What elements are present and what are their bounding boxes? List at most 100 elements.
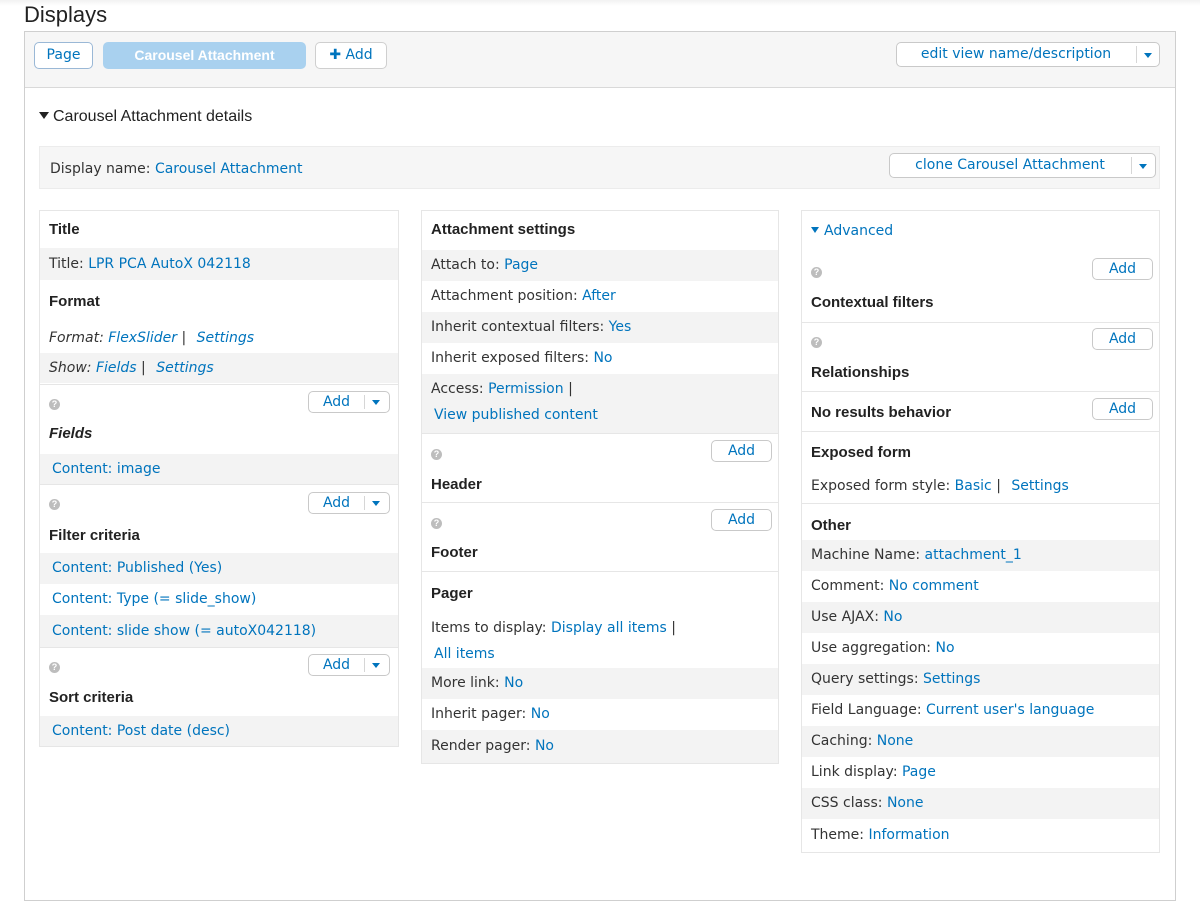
other-value-link[interactable]: attachment_1 — [925, 547, 1022, 563]
add-display-label: Add — [345, 47, 373, 63]
show-label: Show: — [49, 360, 92, 376]
sort-item-link[interactable]: Content: Post date (desc) — [52, 723, 230, 739]
exposed-style-link[interactable]: Basic — [955, 478, 992, 494]
exposed-settings-link[interactable]: Settings — [1011, 478, 1068, 494]
edit-view-label: edit view name/description — [920, 46, 1112, 62]
other-value-link[interactable]: Current user's language — [926, 702, 1094, 718]
other-label: Theme: — [811, 827, 865, 843]
attach-to-link[interactable]: Page — [504, 257, 538, 273]
other-value-link[interactable]: None — [887, 795, 924, 811]
contextual-add-button[interactable]: Add — [1092, 258, 1153, 280]
tab-carousel-attachment[interactable]: Carousel Attachment — [103, 42, 306, 69]
chevron-down-icon[interactable] — [1139, 164, 1147, 169]
title-row: Title: LPR PCA AutoX 042118 — [40, 248, 398, 280]
format-settings-link[interactable]: Settings — [197, 330, 254, 346]
help-icon[interactable]: ? — [431, 449, 442, 460]
attach-to-row: Attach to: Page — [422, 250, 778, 281]
display-name-link[interactable]: Carousel Attachment — [155, 161, 303, 177]
list-item: Content: Type (= slide_show) — [40, 584, 398, 615]
position-link[interactable]: After — [582, 288, 616, 304]
footer-section: ? Add Footer — [422, 502, 778, 571]
plus-icon: ✚ — [329, 47, 342, 63]
inherit-contextual-link[interactable]: Yes — [609, 319, 632, 335]
other-value-link[interactable]: None — [877, 733, 914, 749]
other-heading: Other — [811, 517, 852, 534]
sort-section: ? Add Sort criteria Content: Post date (… — [40, 647, 398, 746]
add-display-button[interactable]: ✚ Add — [315, 42, 387, 69]
relationships-heading: Relationships — [811, 364, 910, 381]
chevron-down-icon[interactable] — [372, 663, 380, 668]
format-row: Format: FlexSlider | Settings — [49, 330, 255, 346]
other-value-link[interactable]: Page — [902, 764, 936, 780]
filter-item-link[interactable]: Content: Type (= slide_show) — [52, 591, 256, 607]
other-row-query-settings: Query settings: Settings — [802, 664, 1159, 695]
chevron-down-icon[interactable] — [372, 501, 380, 506]
other-value-link[interactable]: Information — [868, 827, 949, 843]
other-label: CSS class: — [811, 795, 883, 811]
help-icon[interactable]: ? — [811, 267, 822, 278]
inherit-exposed-row: Inherit exposed filters: No — [422, 343, 778, 374]
chevron-down-icon[interactable] — [1144, 53, 1152, 58]
add-label: Add — [322, 394, 351, 410]
sort-add-button[interactable]: Add — [308, 654, 390, 676]
show-link[interactable]: Fields — [96, 360, 137, 376]
other-value-link[interactable]: Settings — [923, 671, 980, 687]
relationships-add-button[interactable]: Add — [1092, 328, 1153, 350]
help-icon[interactable]: ? — [49, 662, 60, 673]
advanced-link[interactable]: Advanced — [824, 223, 893, 239]
add-label: Add — [322, 495, 351, 511]
help-icon[interactable]: ? — [431, 518, 442, 529]
inherit-pager-link[interactable]: No — [531, 706, 550, 722]
items-detail-link[interactable]: All items — [434, 646, 495, 662]
help-icon[interactable]: ? — [49, 399, 60, 410]
details-heading-text: Carousel Attachment details — [53, 108, 253, 125]
access-link[interactable]: Permission — [488, 381, 564, 397]
footer-add-button[interactable]: Add — [711, 509, 772, 531]
other-value-link[interactable]: No — [883, 609, 902, 625]
no-results-heading: No results behavior — [811, 404, 952, 421]
access-detail-link[interactable]: View published content — [434, 407, 598, 423]
title-link[interactable]: LPR PCA AutoX 042118 — [88, 256, 251, 272]
filter-add-button[interactable]: Add — [308, 492, 390, 514]
inherit-exposed-link[interactable]: No — [593, 350, 612, 366]
advanced-toggle[interactable]: Advanced — [802, 223, 1159, 239]
items-link[interactable]: Display all items — [551, 620, 667, 636]
contextual-heading: Contextual filters — [811, 294, 934, 311]
fields-section: ? Add Fields Content: image — [40, 384, 398, 484]
contextual-section: ? Add Contextual filters — [802, 253, 1159, 322]
clone-label: clone Carousel Attachment — [915, 157, 1105, 173]
tab-page[interactable]: Page — [34, 42, 93, 69]
other-label: Query settings: — [811, 671, 919, 687]
help-icon[interactable]: ? — [811, 337, 822, 348]
filter-section: ? Add Filter criteria Content: Published… — [40, 484, 398, 647]
details-heading[interactable]: Carousel Attachment details — [39, 108, 252, 126]
clone-display-dropdown[interactable]: clone Carousel Attachment — [889, 153, 1156, 178]
more-link-value[interactable]: No — [504, 675, 523, 691]
filter-item-link[interactable]: Content: Published (Yes) — [52, 560, 222, 576]
no-results-add-button[interactable]: Add — [1092, 398, 1153, 420]
field-item-link[interactable]: Content: image — [52, 461, 160, 477]
title-heading: Title — [49, 221, 80, 238]
inherit-exposed-label: Inherit exposed filters: — [431, 350, 589, 366]
top-band — [0, 0, 1200, 6]
header-add-button[interactable]: Add — [711, 440, 772, 462]
render-pager-link[interactable]: No — [535, 738, 554, 754]
exposed-form-heading: Exposed form — [811, 444, 912, 461]
filter-item-link[interactable]: Content: slide show (= autoX042118) — [52, 623, 316, 639]
other-row-aggregation: Use aggregation: No — [802, 633, 1159, 664]
other-value-link[interactable]: No — [935, 640, 954, 656]
chevron-down-icon[interactable] — [372, 400, 380, 405]
footer-heading: Footer — [431, 544, 478, 561]
help-icon[interactable]: ? — [49, 499, 60, 510]
fields-add-button[interactable]: Add — [308, 391, 390, 413]
middle-column: Attachment settings Attach to: Page Atta… — [421, 210, 779, 764]
list-item: Content: Post date (desc) — [40, 716, 398, 746]
format-label: Format: — [49, 330, 104, 346]
header-section: ? Add Header — [422, 433, 778, 502]
format-link[interactable]: FlexSlider — [108, 330, 177, 346]
other-value-link[interactable]: No comment — [889, 578, 979, 594]
display-name-bar: Display name: Carousel Attachment clone … — [39, 146, 1160, 189]
left-column: Title Title: LPR PCA AutoX 042118 Format… — [39, 210, 399, 747]
show-settings-link[interactable]: Settings — [156, 360, 213, 376]
edit-view-dropdown[interactable]: edit view name/description — [896, 42, 1160, 67]
